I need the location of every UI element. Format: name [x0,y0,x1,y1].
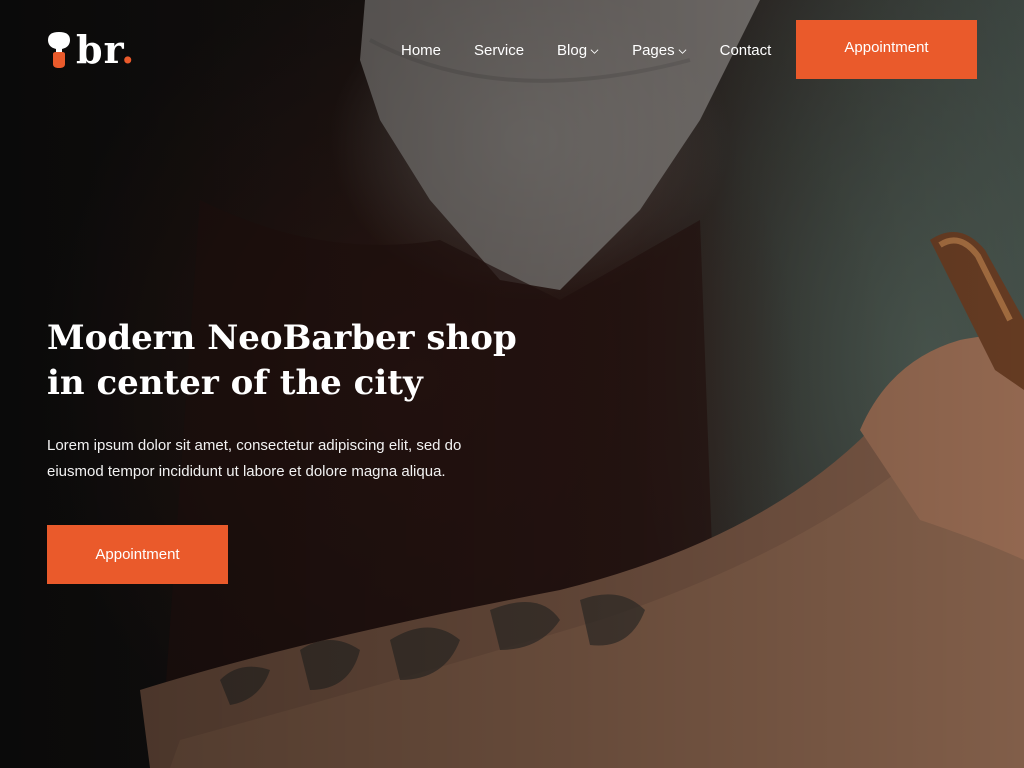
hero-title-line-1: Modern NeoBarber shop [47,318,517,358]
hero-appointment-button[interactable]: Appointment [47,525,228,584]
nav-item-label: Contact [719,41,772,59]
shaving-brush-icon [48,32,70,68]
logo-dot: . [121,27,136,72]
hero-section: br. Home Service Blog Pages Contact Appo… [0,0,1024,768]
chevron-down-icon [678,48,687,54]
chevron-down-icon [590,48,599,54]
hero-title-line-2: in center of the city [47,363,423,403]
nav-item-label: Blog [557,41,588,59]
nav-item-blog[interactable]: Blog [557,42,599,59]
brand-logo[interactable]: br. [46,30,135,70]
nav-item-label: Pages [632,41,675,59]
hero-title: Modern NeoBarber shop in center of the c… [47,316,517,406]
nav-item-pages[interactable]: Pages [632,42,687,59]
hero-description: Lorem ipsum dolor sit amet, consectetur … [47,437,462,480]
logo-text: br [76,27,122,72]
nav-item-label: Home [401,41,442,59]
main-navigation: Home Service Blog Pages Contact [401,40,771,60]
nav-item-contact[interactable]: Contact [720,42,772,59]
nav-item-home[interactable]: Home [401,42,441,59]
header-appointment-button[interactable]: Appointment [796,20,977,79]
nav-item-label: Service [474,41,525,59]
nav-item-service[interactable]: Service [474,42,524,59]
